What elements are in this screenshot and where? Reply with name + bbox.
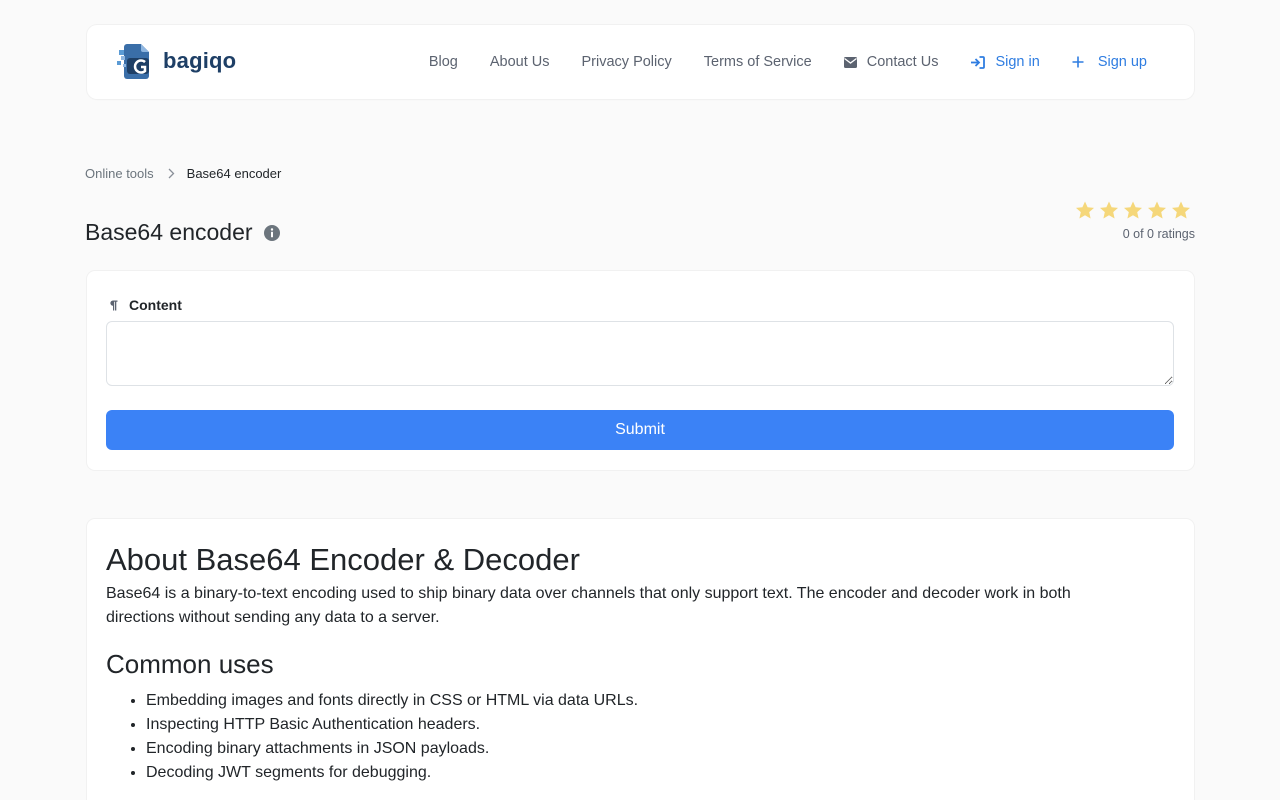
star-icon[interactable] bbox=[1075, 201, 1095, 220]
rating-widget: 0 of 0 ratings bbox=[1075, 201, 1195, 241]
nav-sign-in[interactable]: Sign in bbox=[970, 54, 1040, 70]
common-uses-list: Embedding images and fonts directly in C… bbox=[106, 689, 1175, 785]
plus-icon bbox=[1072, 56, 1084, 68]
breadcrumb: Online tools Base64 encoder bbox=[85, 166, 281, 181]
chevron-right-icon bbox=[168, 168, 175, 179]
list-item: Encoding binary attachments in JSON payl… bbox=[146, 737, 1175, 761]
brand-name: bagiqo bbox=[163, 48, 237, 73]
list-item: Embedding images and fonts directly in C… bbox=[146, 689, 1175, 713]
star-icon[interactable] bbox=[1147, 201, 1167, 220]
nav-blog[interactable]: Blog bbox=[429, 54, 458, 70]
nav-sign-in-label: Sign in bbox=[995, 54, 1040, 70]
page-title: Base64 encoder bbox=[85, 219, 280, 246]
nav-contact-us[interactable]: Contact Us bbox=[843, 54, 939, 70]
about-heading: About Base64 Encoder & Decoder bbox=[106, 542, 580, 577]
star-icon[interactable] bbox=[1123, 201, 1143, 220]
submit-button[interactable]: Submit bbox=[106, 410, 1174, 450]
nav-sign-up-label: Sign up bbox=[1097, 54, 1147, 70]
breadcrumb-online-tools[interactable]: Online tools bbox=[85, 166, 154, 181]
about-paragraph: Base64 is a binary-to-text encoding used… bbox=[106, 585, 1071, 626]
list-item: Decoding JWT segments for debugging. bbox=[146, 761, 1175, 785]
sign-in-arrow-icon bbox=[971, 55, 986, 69]
nav-privacy-policy[interactable]: Privacy Policy bbox=[582, 54, 672, 70]
bagiqo-logo-icon bbox=[117, 40, 159, 82]
list-item: Inspecting HTTP Basic Authentication hea… bbox=[146, 713, 1175, 737]
page-title-text: Base64 encoder bbox=[85, 219, 253, 245]
nav-about-us[interactable]: About Us bbox=[490, 54, 550, 70]
star-icon[interactable] bbox=[1171, 201, 1191, 220]
info-circle-icon[interactable] bbox=[263, 224, 280, 241]
rating-count: 0 of 0 ratings bbox=[1122, 227, 1195, 241]
encoder-form-card: Content Submit bbox=[87, 271, 1194, 470]
nav-terms-of-service[interactable]: Terms of Service bbox=[704, 54, 812, 70]
about-section: About Base64 Encoder & Decoder Base64 is… bbox=[87, 519, 1194, 800]
main-nav: Blog About Us Privacy Policy Terms of Se… bbox=[429, 25, 1194, 99]
content-label-text: Content bbox=[129, 297, 182, 313]
star-icon[interactable] bbox=[1099, 201, 1119, 220]
content-textarea[interactable] bbox=[106, 321, 1174, 386]
common-uses-heading: Common uses bbox=[106, 649, 274, 679]
brand-logo[interactable]: bagiqo bbox=[117, 40, 236, 82]
content-label: Content bbox=[109, 297, 182, 313]
envelope-icon bbox=[843, 56, 857, 68]
rating-stars bbox=[1075, 201, 1191, 220]
nav-sign-up[interactable]: Sign up bbox=[1072, 54, 1147, 70]
navbar: bagiqo Blog About Us Privacy Policy Term… bbox=[87, 25, 1194, 99]
breadcrumb-current: Base64 encoder bbox=[186, 166, 282, 181]
pilcrow-icon bbox=[110, 300, 118, 310]
nav-contact-us-label: Contact Us bbox=[866, 54, 939, 70]
